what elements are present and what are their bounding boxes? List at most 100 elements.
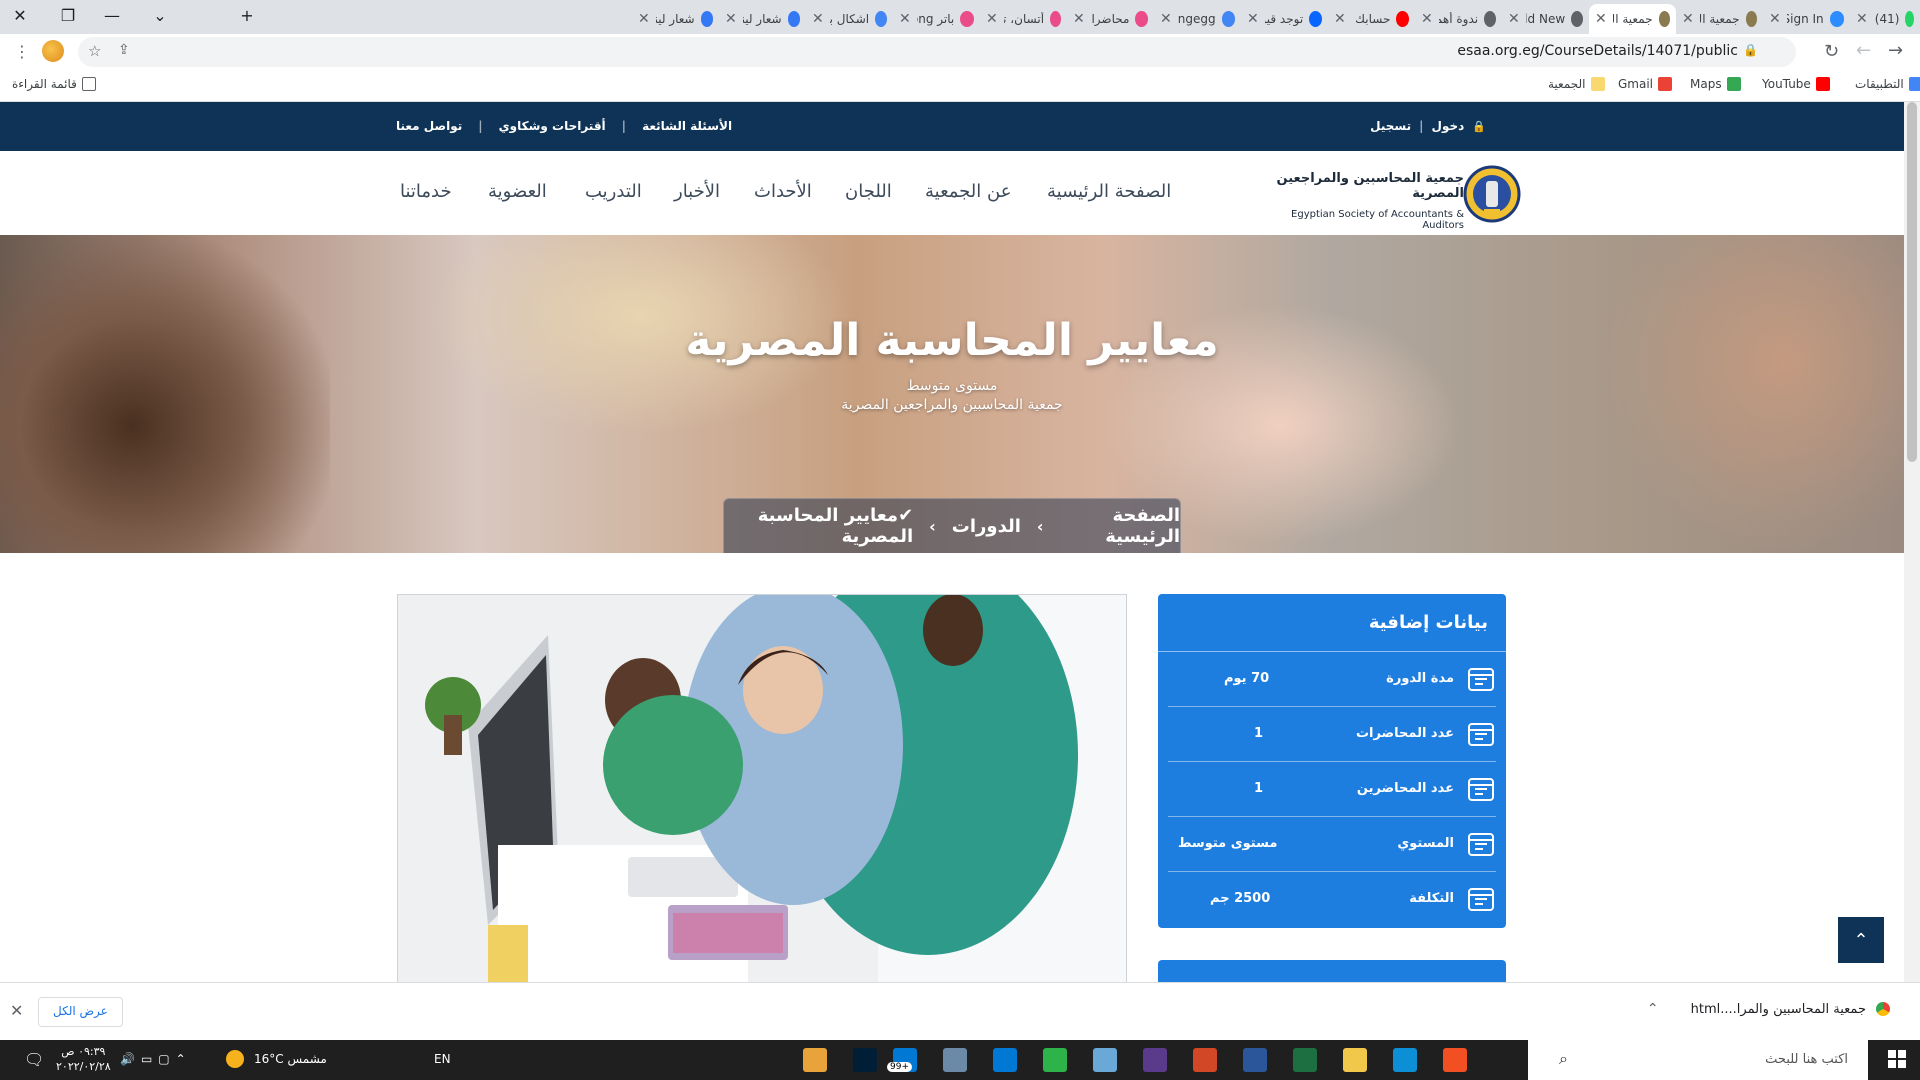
browser-tab[interactable]: جمعية المح ✕	[1676, 4, 1763, 34]
tab-close-icon[interactable]: ✕	[1160, 11, 1172, 27]
word-icon[interactable]	[1243, 1048, 1267, 1072]
weather-text[interactable]: 16°C مشمس	[254, 1052, 327, 1066]
nav-item[interactable]: التدريب	[585, 181, 642, 202]
tab-close-icon[interactable]: ✕	[899, 11, 911, 27]
app-icon[interactable]	[943, 1048, 967, 1072]
page-scrollbar[interactable]	[1904, 102, 1920, 982]
sun-icon	[226, 1050, 244, 1068]
back-icon[interactable]: →	[1888, 40, 1903, 61]
edge-icon[interactable]	[1393, 1048, 1417, 1072]
menu-dots-icon[interactable]: ⋮	[14, 42, 30, 61]
browser-tab[interactable]: pngegg ✕	[1154, 4, 1241, 34]
nav-item[interactable]: الأحداث	[754, 181, 812, 202]
tab-close-icon[interactable]: ✕	[638, 11, 650, 27]
browser-tab[interactable]: Add New ✕	[1502, 4, 1589, 34]
tab-close-icon[interactable]: ✕	[1508, 11, 1520, 27]
faq-link[interactable]: الأسئلة الشائعة	[642, 119, 732, 133]
share-icon[interactable]: ⇪	[118, 42, 130, 58]
bookmark-star-icon[interactable]: ☆	[88, 42, 101, 60]
show-all-downloads-button[interactable]: عرض الكل	[38, 997, 123, 1027]
contact-link[interactable]: تواصل معنا	[396, 119, 462, 133]
bookmark-item[interactable]: التطبيقات	[1855, 77, 1920, 91]
browser-tab[interactable]: Sign In ✕	[1763, 4, 1850, 34]
system-tray-icons[interactable]: 🔊▭▢⌃	[120, 1052, 192, 1066]
file-explorer-icon[interactable]	[1343, 1048, 1367, 1072]
chevron-up-icon[interactable]: ⌃	[1647, 1001, 1659, 1017]
lock-icon[interactable]: 🔒	[1743, 43, 1758, 57]
info-row: التكلفة 2500 جم	[1168, 872, 1496, 927]
tab-close-icon[interactable]: ✕	[725, 11, 737, 27]
download-item[interactable]: جمعية المحاسبين والمرا....html ⌃	[1647, 1001, 1890, 1017]
society-emblem-logo[interactable]	[1462, 157, 1522, 231]
url-text[interactable]: esaa.org.eg/CourseDetails/14071/public	[1457, 43, 1738, 59]
tab-close-icon[interactable]: ✕	[1682, 11, 1694, 27]
browser-tab[interactable]: ندوة أهم – ✕	[1415, 4, 1502, 34]
browser-tab[interactable]: توجد قيود ✕	[1241, 4, 1328, 34]
browser-tab[interactable]: محاضرات ✕	[1067, 4, 1154, 34]
tab-close-icon[interactable]: ✕	[986, 11, 998, 27]
clock[interactable]: ٠٩:٣٩ ص ٢٠٢٢/٠٢/٢٨	[56, 1044, 111, 1074]
windows-start-icon[interactable]	[1888, 1050, 1906, 1068]
browser-tab[interactable]: باتر png ✕	[893, 4, 980, 34]
browser-tab[interactable]: شعار لينك ✕	[632, 4, 719, 34]
browser-tab[interactable]: أتسان، تقت ✕	[980, 4, 1067, 34]
reload-icon[interactable]: ↻	[1824, 41, 1839, 62]
excel-icon[interactable]	[1293, 1048, 1317, 1072]
scroll-to-top-button[interactable]: ⌃	[1838, 917, 1884, 963]
nav-item[interactable]: عن الجمعية	[925, 181, 1011, 202]
new-tab-button[interactable]: +	[227, 0, 267, 30]
input-language[interactable]: EN	[434, 1052, 451, 1066]
bookmark-item[interactable]: YouTube	[1762, 77, 1830, 91]
browser-tab[interactable]: (41) Wh ✕	[1850, 4, 1920, 34]
taskbar-search-box[interactable]: اكتب هنا للبحث ⌕	[1528, 1040, 1868, 1080]
forward-icon[interactable]: ←	[1856, 40, 1871, 61]
profile-avatar[interactable]	[42, 40, 64, 62]
scrollbar-thumb[interactable]	[1907, 102, 1917, 462]
chrome-icon[interactable]	[803, 1048, 827, 1072]
task-view-icon[interactable]	[1493, 1048, 1517, 1072]
tab-close-icon[interactable]: ✕	[812, 11, 824, 27]
browser-tab[interactable]: شعار لينك ✕	[719, 4, 806, 34]
reading-list-button[interactable]: قائمة القراءة	[12, 77, 96, 91]
tab-close-icon[interactable]: ✕	[1247, 11, 1259, 27]
breadcrumb-courses[interactable]: الدورات	[952, 516, 1021, 537]
register-link[interactable]: تسجيل	[1370, 119, 1411, 133]
nav-item[interactable]: العضوية	[488, 181, 547, 202]
breadcrumb-home[interactable]: الصفحة الرئيسية	[1060, 505, 1180, 547]
photoshop-icon[interactable]	[853, 1048, 877, 1072]
tab-close-icon[interactable]: ✕	[1769, 11, 1781, 27]
nav-item[interactable]: اللجان	[845, 181, 892, 202]
tab-close-icon[interactable]: ✕	[1595, 11, 1607, 27]
tab-close-icon[interactable]: ✕	[1856, 11, 1868, 27]
tab-close-icon[interactable]: ✕	[1334, 11, 1346, 27]
site-top-bar: 🔒 دخول | تسجيل تواصل معنا | أقتراحات وشك…	[0, 102, 1904, 151]
restore-window-icon[interactable]: ❐	[48, 0, 88, 30]
minimize-window-icon[interactable]: —	[92, 0, 132, 30]
browser-tab[interactable]: اشكال بانر ✕	[806, 4, 893, 34]
nav-item[interactable]: الصفحة الرئيسية	[1047, 181, 1171, 202]
close-icon[interactable]: ✕	[10, 1001, 23, 1020]
tab-close-icon[interactable]: ✕	[1421, 11, 1433, 27]
bookmark-item[interactable]: الجمعية	[1548, 77, 1605, 91]
tab-favicon	[1309, 11, 1322, 27]
browser-tab[interactable]: جمعية المح ✕	[1589, 4, 1676, 34]
address-bar[interactable]: ☆ ⇪ esaa.org.eg/CourseDetails/14071/publ…	[78, 37, 1796, 67]
tab-close-icon[interactable]: ✕	[1073, 11, 1085, 27]
complaints-link[interactable]: أقتراحات وشكاوي	[499, 119, 606, 133]
media-icon[interactable]	[1143, 1048, 1167, 1072]
bookmark-item[interactable]: Maps	[1690, 77, 1741, 91]
notifications-icon[interactable]: 🗨	[24, 1050, 44, 1069]
nav-item[interactable]: خدماتنا	[400, 181, 452, 202]
store-icon[interactable]	[1443, 1048, 1467, 1072]
site-logo-text[interactable]: جمعية المحاسبين والمراجعين المصرية Egypt…	[1250, 171, 1464, 231]
login-link[interactable]: دخول	[1432, 119, 1465, 133]
close-window-icon[interactable]: ✕	[0, 0, 40, 30]
powerpoint-icon[interactable]	[1193, 1048, 1217, 1072]
camtasia-icon[interactable]	[1043, 1048, 1067, 1072]
bookmark-item[interactable]: Gmail	[1618, 77, 1673, 91]
nav-item[interactable]: الأخبار	[674, 181, 720, 202]
browser-tab[interactable]: حسابك الا ✕	[1328, 4, 1415, 34]
outlook-icon[interactable]	[993, 1048, 1017, 1072]
tab-search-icon[interactable]: ⌄	[140, 0, 180, 30]
notepad-icon[interactable]	[1093, 1048, 1117, 1072]
